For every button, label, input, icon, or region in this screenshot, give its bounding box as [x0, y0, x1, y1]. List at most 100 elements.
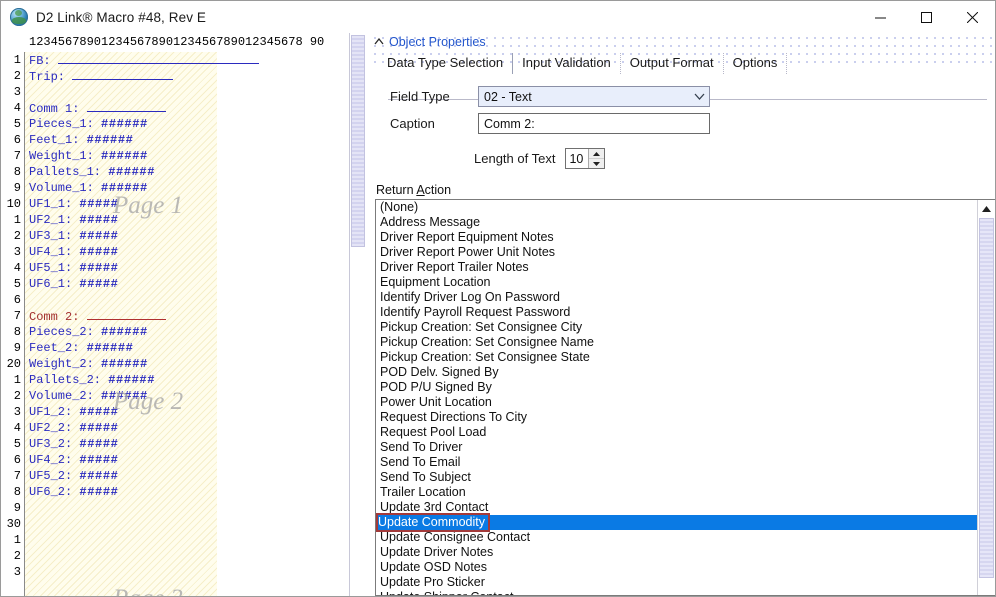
code-line[interactable] — [29, 292, 349, 308]
window-controls — [857, 1, 995, 33]
return-action-item[interactable]: POD Delv. Signed By — [376, 365, 977, 380]
minimize-button[interactable] — [857, 1, 903, 33]
code-line[interactable] — [29, 548, 349, 564]
return-action-item[interactable]: Update 3rd Contact — [376, 500, 977, 515]
return-action-item-selected[interactable]: Update Commodity — [376, 515, 977, 530]
return-action-item[interactable]: POD P/U Signed By — [376, 380, 977, 395]
return-action-item[interactable]: Request Pool Load — [376, 425, 977, 440]
return-action-item[interactable]: Driver Report Power Unit Notes — [376, 245, 977, 260]
line-number: 7 — [1, 308, 21, 324]
line-number: 6 — [1, 452, 21, 468]
code-line[interactable]: Pallets_2: ###### — [29, 372, 349, 388]
return-action-item[interactable]: Update Shipper Contact — [376, 590, 977, 595]
code-line[interactable]: Comm 2: — [29, 308, 349, 324]
stepper-up-icon[interactable] — [589, 149, 604, 158]
return-action-item[interactable]: Send To Email — [376, 455, 977, 470]
code-line[interactable]: UF6_1: ##### — [29, 276, 349, 292]
length-stepper[interactable]: 10 — [565, 148, 605, 169]
return-action-item[interactable]: Send To Subject — [376, 470, 977, 485]
code-line[interactable]: UF4_2: ##### — [29, 452, 349, 468]
return-action-items[interactable]: (None)Address MessageDriver Report Equip… — [376, 200, 977, 595]
return-action-item[interactable]: Power Unit Location — [376, 395, 977, 410]
return-action-item[interactable]: Pickup Creation: Set Consignee Name — [376, 335, 977, 350]
code-line[interactable]: UF2_2: ##### — [29, 420, 349, 436]
return-action-item[interactable]: Update Consignee Contact — [376, 530, 977, 545]
return-action-item[interactable]: Trailer Location — [376, 485, 977, 500]
code-line-field: ##### — [79, 245, 118, 259]
tab-data-type-selection[interactable]: Data Type Selection — [378, 53, 513, 74]
code-line[interactable]: Pallets_1: ###### — [29, 164, 349, 180]
code-line[interactable]: Trip: — [29, 68, 349, 84]
return-action-item[interactable]: Pickup Creation: Set Consignee State — [376, 350, 977, 365]
maximize-button[interactable] — [903, 1, 949, 33]
code-line[interactable]: UF2_1: ##### — [29, 212, 349, 228]
line-number: 3 — [1, 404, 21, 420]
title-bar: D2 Link® Macro #48, Rev E — [1, 1, 995, 33]
field-type-dropdown[interactable]: 02 - Text — [478, 86, 710, 107]
return-action-item[interactable]: Update OSD Notes — [376, 560, 977, 575]
code-line[interactable]: Pieces_1: ###### — [29, 116, 349, 132]
return-action-item[interactable]: Update Driver Notes — [376, 545, 977, 560]
listbox-scrollbar[interactable] — [977, 200, 995, 595]
macro-editor[interactable]: 12345678901234567890123456789012345678 9… — [1, 33, 349, 596]
chevron-up-icon[interactable] — [372, 35, 386, 49]
code-line[interactable]: UF1_2: ##### — [29, 404, 349, 420]
return-action-item[interactable]: Update Pro Sticker — [376, 575, 977, 590]
code-line[interactable] — [29, 564, 349, 580]
code-line[interactable]: Feet_1: ###### — [29, 132, 349, 148]
code-surface[interactable]: FB: Trip: Comm 1: Pieces_1: ######Feet_1… — [25, 52, 349, 596]
code-line[interactable]: UF3_2: ##### — [29, 436, 349, 452]
return-action-item[interactable]: Equipment Location — [376, 275, 977, 290]
caption-input[interactable]: Comm 2: — [478, 113, 710, 134]
code-line[interactable]: FB: — [29, 52, 349, 68]
field-type-label: Field Type — [370, 89, 478, 104]
line-number-gutter: 123456789101234567892012345678930123 — [1, 52, 25, 596]
tab-options[interactable]: Options — [724, 53, 788, 74]
line-number: 5 — [1, 436, 21, 452]
code-line[interactable] — [29, 516, 349, 532]
listbox-scrollbar-thumb[interactable] — [979, 218, 994, 578]
editor-scrollbar-thumb[interactable] — [351, 35, 365, 247]
stepper-down-icon[interactable] — [589, 158, 604, 168]
return-action-item[interactable]: Identify Payroll Request Password — [376, 305, 977, 320]
code-line[interactable]: Comm 1: — [29, 100, 349, 116]
properties-tabstrip[interactable]: Data Type SelectionInput ValidationOutpu… — [370, 50, 995, 74]
app-window: D2 Link® Macro #48, Rev E 12345678901234… — [0, 0, 996, 597]
code-line[interactable]: Weight_2: ###### — [29, 356, 349, 372]
editor-scrollbar[interactable] — [349, 33, 366, 596]
return-action-item[interactable]: Address Message — [376, 215, 977, 230]
tab-output-format[interactable]: Output Format — [621, 53, 724, 74]
line-number: 4 — [1, 260, 21, 276]
code-line[interactable]: Pieces_2: ###### — [29, 324, 349, 340]
return-action-item[interactable]: (None) — [376, 200, 977, 215]
code-line[interactable]: Volume_2: ###### — [29, 388, 349, 404]
return-action-listbox[interactable]: (None)Address MessageDriver Report Equip… — [375, 199, 995, 596]
return-action-label-prefix: Return — [376, 183, 416, 197]
code-line[interactable]: UF1_1: ##### — [29, 196, 349, 212]
code-line[interactable]: UF4_1: ##### — [29, 244, 349, 260]
code-line[interactable]: UF5_1: ##### — [29, 260, 349, 276]
code-line[interactable]: UF3_1: ##### — [29, 228, 349, 244]
line-number: 6 — [1, 292, 21, 308]
close-button[interactable] — [949, 1, 995, 33]
line-number: 10 — [1, 196, 21, 212]
line-number: 8 — [1, 164, 21, 180]
return-action-item[interactable]: Driver Report Trailer Notes — [376, 260, 977, 275]
code-line[interactable]: Feet_2: ###### — [29, 340, 349, 356]
return-action-item[interactable]: Send To Driver — [376, 440, 977, 455]
code-line[interactable] — [29, 500, 349, 516]
selection-annotation-box: Update Commodity — [378, 515, 488, 530]
code-line[interactable] — [29, 532, 349, 548]
scroll-up-icon[interactable] — [978, 200, 995, 217]
code-line[interactable]: Volume_1: ###### — [29, 180, 349, 196]
tab-input-validation[interactable]: Input Validation — [513, 53, 621, 74]
return-action-item[interactable]: Request Directions To City — [376, 410, 977, 425]
line-number: 4 — [1, 420, 21, 436]
return-action-item[interactable]: Pickup Creation: Set Consignee City — [376, 320, 977, 335]
code-line[interactable]: UF6_2: ##### — [29, 484, 349, 500]
code-line[interactable] — [29, 84, 349, 100]
code-line[interactable]: UF5_2: ##### — [29, 468, 349, 484]
return-action-item[interactable]: Driver Report Equipment Notes — [376, 230, 977, 245]
return-action-item[interactable]: Identify Driver Log On Password — [376, 290, 977, 305]
code-line[interactable]: Weight_1: ###### — [29, 148, 349, 164]
